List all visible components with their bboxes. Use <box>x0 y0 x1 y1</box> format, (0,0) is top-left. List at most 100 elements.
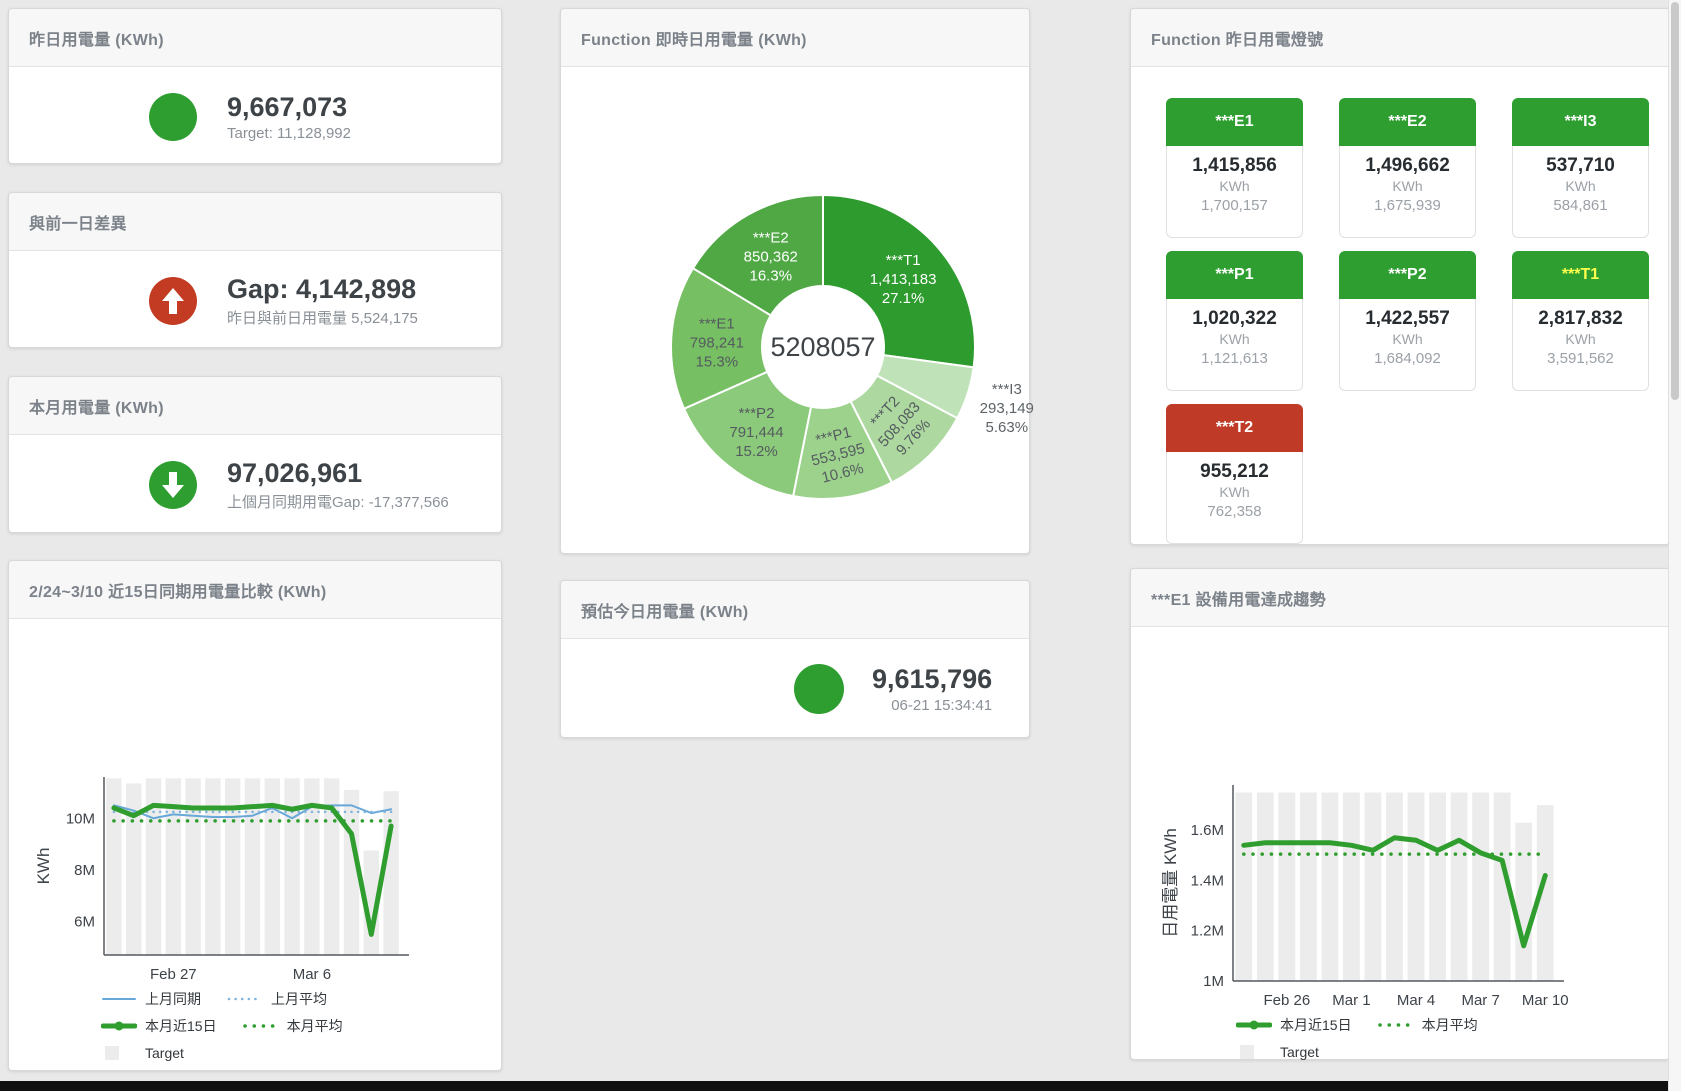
x-tick-label: Feb 26 <box>1263 992 1310 1009</box>
yesterday-usage-target: Target: 11,128,992 <box>227 125 351 142</box>
donut-center-total: 5208057 <box>770 332 875 362</box>
target-bar <box>1451 793 1468 981</box>
target-bar <box>205 778 220 955</box>
forecast-timestamp: 06-21 15:34:41 <box>872 697 992 714</box>
month-usage-gap: 上個月同期用電Gap: -17,377,566 <box>227 491 449 512</box>
compare-chart-legend: 上月同期 上月平均本月近15日 本月平均 Target <box>101 988 369 1069</box>
legend-marker <box>101 1046 137 1061</box>
card-yesterday-usage: 昨日用電量 (KWh) 9,667,073 Target: 11,128,992 <box>8 8 502 164</box>
y-tick-label: 1.6M <box>1191 822 1224 839</box>
e1-trend-legend: 本月近15日 本月平均 Target <box>1236 1014 1504 1068</box>
legend-item[interactable]: 上月平均 <box>227 989 327 1009</box>
x-tick-label: Mar 10 <box>1522 992 1569 1009</box>
tile-unit: KWh <box>1340 177 1475 196</box>
y-tick-label: 1.2M <box>1191 923 1224 940</box>
dashboard: 昨日用電量 (KWh) 9,667,073 Target: 11,128,992… <box>0 0 1681 1091</box>
tile-status-header: ***T2 <box>1166 404 1303 452</box>
target-bar <box>1365 793 1382 981</box>
legend-marker <box>101 992 137 1007</box>
day-gap-sub: 昨日與前日用電量 5,524,175 <box>227 307 418 328</box>
tile-unit: KWh <box>1340 330 1475 349</box>
page-scrollbar[interactable] <box>1668 0 1681 1091</box>
tile-value: 2,817,832 <box>1513 308 1648 330</box>
y-tick-label: 1M <box>1203 973 1224 990</box>
status-circle-green-icon <box>794 664 844 714</box>
card-e1-trend: ***E1 設備用電達成趨勢 1M1.2M1.4M1.6M日用電量 KWhFeb… <box>1130 568 1670 1060</box>
daily-usage-donut: 5208057***T11,413,18327.1%***I3293,1495.… <box>561 67 1029 554</box>
tile-value: 955,212 <box>1167 461 1302 483</box>
legend-marker <box>243 1019 279 1034</box>
legend-label: 本月平均 <box>1422 1015 1478 1035</box>
donut-slice-label: ***I3293,1495.63% <box>980 381 1034 436</box>
x-tick-label: Mar 1 <box>1332 992 1370 1009</box>
legend-marker <box>1378 1018 1414 1033</box>
legend-label: 本月平均 <box>287 1016 343 1036</box>
card-title: 昨日用電量 (KWh) <box>9 9 501 67</box>
light-tile: ***T2955,212KWh762,358 <box>1166 404 1303 544</box>
legend-item[interactable]: 本月平均 <box>1378 1015 1478 1035</box>
card-title: Function 昨日用電燈號 <box>1131 9 1669 67</box>
tile-target-value: 1,700,157 <box>1167 196 1302 216</box>
legend-item[interactable]: Target <box>101 1045 184 1061</box>
tile-target-value: 1,684,092 <box>1340 349 1475 369</box>
target-bar <box>1408 793 1425 981</box>
tile-target-value: 1,675,939 <box>1340 196 1475 216</box>
window-bottom-edge <box>0 1081 1668 1091</box>
tile-status-header: ***P1 <box>1166 251 1303 299</box>
x-tick-label: Mar 6 <box>293 966 331 983</box>
tile-body: 955,212KWh762,358 <box>1166 452 1303 544</box>
tile-body: 1,020,322KWh1,121,613 <box>1166 299 1303 391</box>
e1-trend-chart: 1M1.2M1.4M1.6M日用電量 KWhFeb 26Mar 1Mar 4Ma… <box>1131 777 1671 1009</box>
legend-marker <box>1236 1018 1272 1033</box>
legend-marker <box>227 992 263 1007</box>
card-title: 本月用電量 (KWh) <box>9 377 501 435</box>
tile-value: 537,710 <box>1513 155 1648 177</box>
day-gap-value: Gap: 4,142,898 <box>227 274 418 304</box>
y-axis-label: 日用電量 KWh <box>1161 828 1180 938</box>
tile-target-value: 584,861 <box>1513 196 1648 216</box>
status-tile-grid: ***E11,415,856KWh1,700,157***E21,496,662… <box>1166 98 1649 544</box>
legend-item[interactable]: 本月近15日 <box>1236 1015 1352 1035</box>
light-tile: ***T12,817,832KWh3,591,562 <box>1512 251 1649 391</box>
month-usage-value: 97,026,961 <box>227 458 449 488</box>
target-bar <box>1257 793 1274 981</box>
tile-value: 1,020,322 <box>1167 308 1302 330</box>
scrollbar-thumb[interactable] <box>1671 2 1679 400</box>
legend-label: 本月近15日 <box>1280 1015 1352 1035</box>
y-axis-label: KWh <box>34 848 53 885</box>
tile-status-header: ***E1 <box>1166 98 1303 146</box>
legend-item[interactable]: 上月同期 <box>101 989 201 1009</box>
tile-body: 1,422,557KWh1,684,092 <box>1339 299 1476 391</box>
legend-marker <box>1236 1045 1272 1060</box>
card-title: Function 即時日用電量 (KWh) <box>561 9 1029 67</box>
legend-item[interactable]: Target <box>1236 1044 1319 1060</box>
card-title: 預估今日用電量 (KWh) <box>561 581 1029 639</box>
legend-item[interactable]: 本月近15日 <box>101 1016 217 1036</box>
tile-status-header: ***P2 <box>1339 251 1476 299</box>
target-bar <box>284 778 299 955</box>
light-tile: ***E21,496,662KWh1,675,939 <box>1339 98 1476 238</box>
tile-status-header: ***I3 <box>1512 98 1649 146</box>
target-bar <box>1322 793 1339 981</box>
tile-body: 1,496,662KWh1,675,939 <box>1339 146 1476 238</box>
target-bar <box>1472 793 1489 981</box>
card-day-gap: 與前一日差異 Gap: 4,142,898 昨日與前日用電量 5,524,175 <box>8 192 502 348</box>
tile-unit: KWh <box>1167 330 1302 349</box>
status-circle-green-icon <box>149 93 197 141</box>
arrow-down-circle-icon <box>149 461 197 509</box>
x-tick-label: Mar 4 <box>1397 992 1435 1009</box>
target-bar <box>383 791 398 955</box>
compare-chart: 6M8M10MKWhFeb 27Mar 6 <box>9 769 489 985</box>
y-tick-label: 6M <box>74 913 95 930</box>
tile-status-header: ***E2 <box>1339 98 1476 146</box>
target-bar <box>1343 793 1360 981</box>
card-compare-chart: 2/24~3/10 近15日同期用電量比較 (KWh) 6M8M10MKWhFe… <box>8 560 502 1071</box>
card-month-usage: 本月用電量 (KWh) 97,026,961 上個月同期用電Gap: -17,3… <box>8 376 502 533</box>
tile-value: 1,422,557 <box>1340 308 1475 330</box>
legend-item[interactable]: 本月平均 <box>243 1016 343 1036</box>
tile-target-value: 3,591,562 <box>1513 349 1648 369</box>
tile-body: 2,817,832KWh3,591,562 <box>1512 299 1649 391</box>
target-bar <box>1429 793 1446 981</box>
target-bar <box>1300 793 1317 981</box>
arrow-up-circle-icon <box>149 277 197 325</box>
